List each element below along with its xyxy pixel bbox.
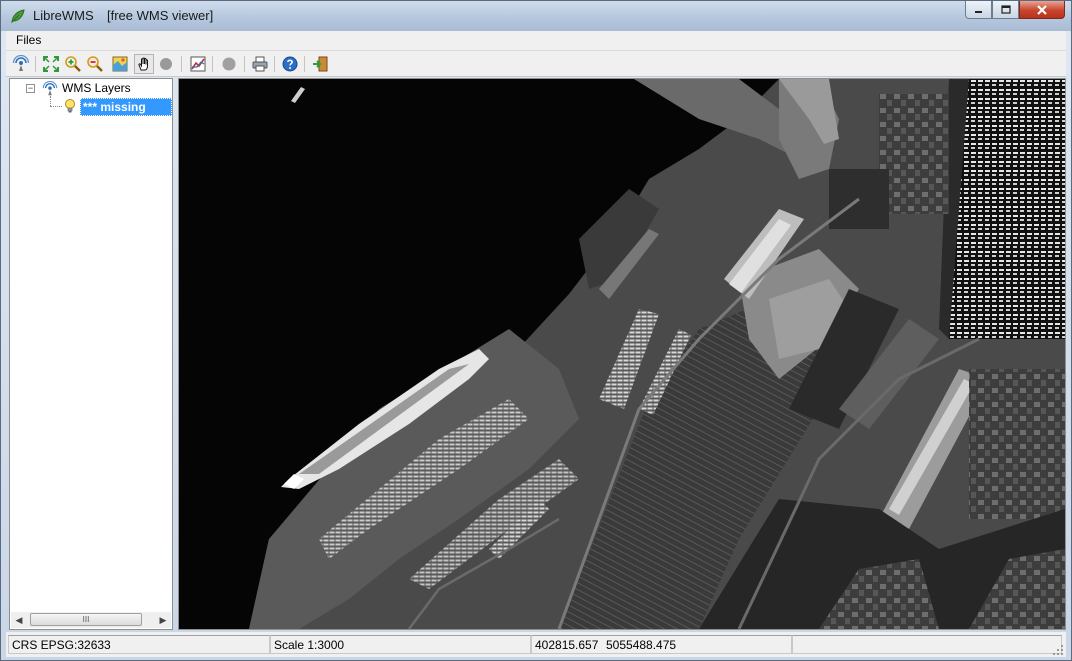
crs-status: CRS EPSG:32633 (8, 635, 270, 654)
menu-bar: Files (6, 31, 1066, 51)
layer-info-icon (190, 56, 206, 72)
layer-info-button[interactable] (188, 54, 208, 74)
disabled-stop-icon (222, 57, 236, 71)
zoom-out-icon (87, 56, 103, 72)
wms-connect-icon (12, 55, 30, 71)
maximize-icon (1000, 5, 1011, 14)
minimize-icon (974, 10, 982, 13)
window-controls (965, 1, 1065, 21)
full-map-icon (112, 56, 128, 72)
scale-status: Scale 1:3000 (270, 635, 531, 654)
toolbar-separator (274, 56, 275, 72)
tree-collapse-toggle[interactable]: − (26, 84, 35, 93)
maximize-button[interactable] (992, 1, 1019, 19)
exit-button[interactable] (310, 54, 330, 74)
toolbar-separator (181, 56, 182, 72)
title-bar[interactable]: LibreWMS [free WMS viewer] (1, 1, 1071, 31)
tree-connector (50, 96, 51, 106)
menu-files[interactable]: Files (16, 33, 41, 47)
help-icon (282, 56, 298, 72)
coordinates-status: 402815.657 5055488.475 (531, 635, 792, 654)
full-map-button[interactable] (110, 54, 130, 74)
exit-icon (313, 56, 328, 72)
tree-root-label[interactable]: WMS Layers (62, 81, 131, 95)
tree-layer-item[interactable]: *** missing Title (80, 98, 172, 130)
zoom-extent-button[interactable] (41, 54, 61, 74)
toolbar-separator (304, 56, 305, 72)
zoom-in-icon (65, 56, 81, 72)
pan-hand-icon (138, 57, 148, 71)
scroll-thumb[interactable]: III (30, 613, 142, 626)
disabled-tool-button[interactable] (156, 54, 176, 74)
scroll-left-icon[interactable]: ◀ (11, 612, 27, 628)
wms-connect-button[interactable] (11, 54, 31, 74)
tree-horizontal-scrollbar[interactable]: ◀ III ▶ (11, 612, 171, 628)
scroll-right-icon[interactable]: ▶ (155, 612, 171, 628)
help-button[interactable] (280, 54, 300, 74)
close-icon (1037, 4, 1047, 15)
status-bar: CRS EPSG:32633 Scale 1:3000 402815.657 5… (6, 632, 1066, 657)
y-coordinate: 5055488.475 (606, 638, 677, 652)
zoom-extent-icon (43, 56, 59, 72)
print-button[interactable] (250, 54, 270, 74)
resize-grip-icon[interactable] (1052, 644, 1064, 656)
map-canvas[interactable] (178, 78, 1066, 630)
window-subtitle: [free WMS viewer] (107, 8, 214, 23)
leaf-icon (11, 9, 25, 24)
app-window: LibreWMS [free WMS viewer] Files − WMS L… (0, 0, 1072, 661)
pan-button[interactable] (134, 54, 154, 74)
toolbar-separator (212, 56, 213, 72)
minimize-button[interactable] (965, 1, 992, 19)
lightbulb-icon (65, 99, 75, 113)
close-button[interactable] (1019, 1, 1065, 19)
layer-tree-panel[interactable]: − WMS Layers *** missing Title ◀ III ▶ (9, 78, 173, 630)
tree-connector (50, 106, 62, 107)
wms-layers-icon (42, 81, 58, 96)
disabled-stop-button[interactable] (219, 54, 239, 74)
toolbar (6, 51, 1066, 77)
zoom-out-button[interactable] (85, 54, 105, 74)
status-empty-cell (792, 635, 1062, 654)
toolbar-separator (35, 56, 36, 72)
print-icon (252, 56, 268, 72)
window-title: LibreWMS (33, 8, 94, 23)
aerial-map-image (179, 79, 1065, 629)
toolbar-separator (244, 56, 245, 72)
zoom-in-button[interactable] (63, 54, 83, 74)
x-coordinate: 402815.657 (535, 638, 599, 652)
disabled-circle-icon (160, 58, 172, 70)
